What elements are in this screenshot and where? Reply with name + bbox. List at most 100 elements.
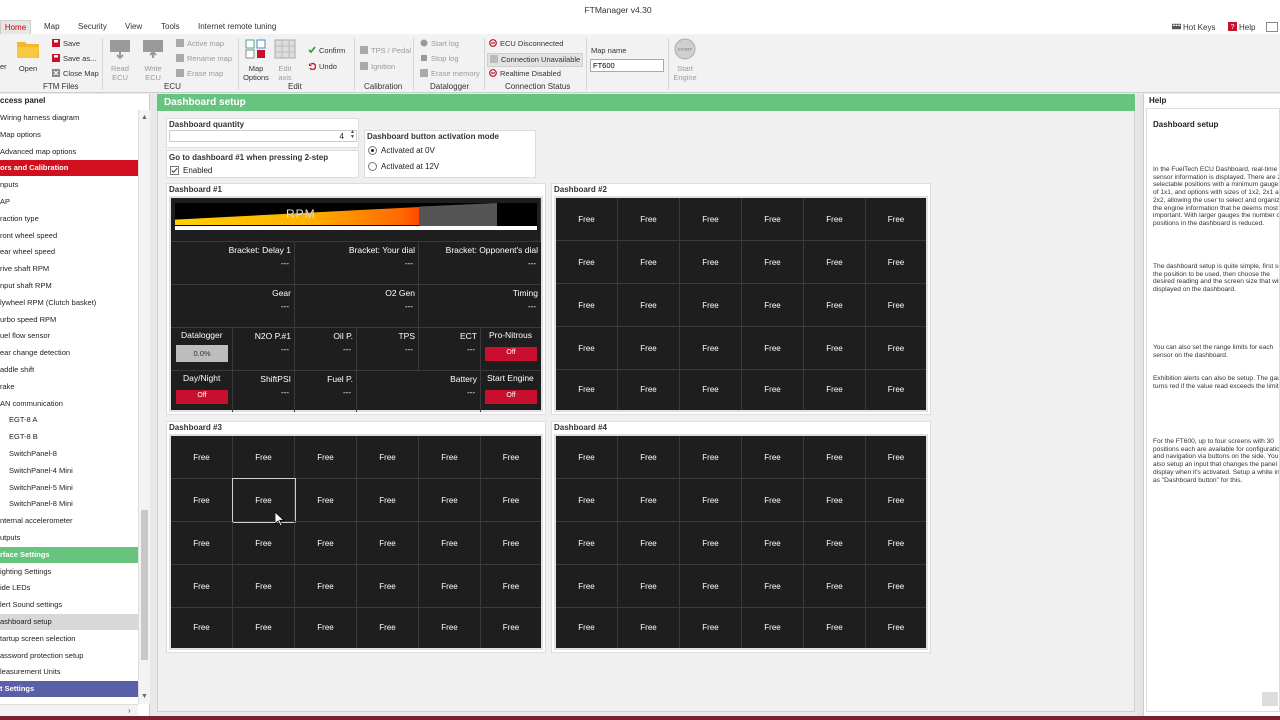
edit-axis-button[interactable]: Edit axis xyxy=(272,38,298,82)
close-map-button[interactable]: Close Map xyxy=(52,69,99,79)
gauge-bracket-opponents-dial[interactable]: Bracket: Opponent's dial --- xyxy=(419,242,541,285)
hotkeys-link[interactable]: Hot Keys xyxy=(1172,22,1215,32)
menu-security[interactable]: Security xyxy=(78,22,107,31)
access-panel-item[interactable]: raction type xyxy=(0,211,138,227)
confirm-button[interactable]: Confirm xyxy=(308,46,345,56)
access-panel-item[interactable]: EGT-8 B xyxy=(0,429,138,445)
access-panel-item[interactable]: addle shift xyxy=(0,362,138,378)
dashboard-2-free-slot[interactable]: Free xyxy=(866,370,926,410)
dashboard-3-free-slot[interactable]: Free xyxy=(171,565,233,608)
undo-button[interactable]: Undo xyxy=(308,62,337,72)
access-panel-item[interactable]: SwitchPanel-8 Mini xyxy=(0,496,138,512)
dashboard-4-free-slot[interactable]: Free xyxy=(556,479,618,522)
gauge-bracket-delay[interactable]: Bracket: Delay 1 --- xyxy=(171,242,295,285)
dashboard-3-free-slot[interactable]: Free xyxy=(357,522,419,565)
access-panel-item[interactable]: lert Sound settings xyxy=(0,597,138,613)
quantity-stepper[interactable]: 4 ▲ ▼ xyxy=(169,130,357,142)
gauge-day-night[interactable]: Day/Night Off xyxy=(171,371,233,412)
start-engine-button[interactable]: START Start Engine xyxy=(671,38,699,82)
dashboard-4-free-slot[interactable]: Free xyxy=(680,565,742,608)
access-panel-item[interactable]: ear change detection xyxy=(0,345,138,361)
dashboard-4-free-slot[interactable]: Free xyxy=(866,565,926,608)
menu-internet-remote-tuning[interactable]: Internet remote tuning xyxy=(198,22,276,31)
dashboard-3-free-slot[interactable]: Free xyxy=(357,565,419,608)
dashboard-4-free-slot[interactable]: Free xyxy=(556,565,618,608)
open-button[interactable]: Open xyxy=(14,38,42,73)
dashboard-4-free-slot[interactable]: Free xyxy=(556,608,618,648)
scroll-up-icon[interactable]: ▲ xyxy=(141,114,148,121)
access-panel-item[interactable]: Advanced map options xyxy=(0,144,138,160)
dashboard-3-free-slot[interactable]: Free xyxy=(357,479,419,522)
dashboard-3-free-slot[interactable]: Free xyxy=(419,565,481,608)
access-panel-item[interactable]: tartup screen selection xyxy=(0,631,138,647)
dashboard-4-free-slot[interactable]: Free xyxy=(618,479,680,522)
dashboard-4-free-slot[interactable]: Free xyxy=(866,522,926,565)
dashboard-2-free-slot[interactable]: Free xyxy=(680,241,742,284)
dashboard-3-free-slot[interactable]: Free xyxy=(295,522,357,565)
scroll-down-icon[interactable]: ▼ xyxy=(141,693,148,700)
radio-activated-12v[interactable] xyxy=(368,162,377,171)
dashboard-2-free-slot[interactable]: Free xyxy=(866,327,926,370)
menu-home[interactable]: Home xyxy=(0,20,31,34)
dashboard-3-free-slot[interactable]: Free xyxy=(481,479,541,522)
dashboard-3-free-slot[interactable]: Free xyxy=(357,608,419,648)
access-panel-item[interactable]: AP xyxy=(0,194,138,210)
dashboard-4-free-slot[interactable]: Free xyxy=(742,436,804,479)
gauge-gear[interactable]: Gear --- xyxy=(171,285,295,328)
dashboard-2-free-slot[interactable]: Free xyxy=(618,198,680,241)
map-name-input[interactable] xyxy=(590,59,664,72)
dashboard-4-free-slot[interactable]: Free xyxy=(804,565,866,608)
window-restore-icon[interactable] xyxy=(1266,22,1278,32)
erase-memory-button[interactable]: Erase memory xyxy=(420,69,480,79)
dashboard-2-free-slot[interactable]: Free xyxy=(804,198,866,241)
dashboard-2-free-slot[interactable]: Free xyxy=(618,284,680,327)
gauge-start-engine[interactable]: Start Engine Off xyxy=(481,371,541,412)
save-as-button[interactable]: Save as... xyxy=(52,54,96,64)
dashboard-4-free-slot[interactable]: Free xyxy=(804,479,866,522)
dashboard-2-free-slot[interactable]: Free xyxy=(742,370,804,410)
access-panel-item[interactable]: ighting Settings xyxy=(0,564,138,580)
access-panel-section[interactable]: rface Settings xyxy=(0,546,138,563)
dashboard-2-free-slot[interactable]: Free xyxy=(680,198,742,241)
dashboard-3-free-slot[interactable]: Free xyxy=(233,522,295,565)
dashboard-3-free-slot[interactable]: Free xyxy=(419,436,481,479)
dashboard-2-free-slot[interactable]: Free xyxy=(618,370,680,410)
dashboard-4-free-slot[interactable]: Free xyxy=(866,479,926,522)
access-panel-item[interactable]: SwitchPanel-4 Mini xyxy=(0,463,138,479)
dashboard-2-free-slot[interactable]: Free xyxy=(556,241,618,284)
dashboard-3-free-slot[interactable]: Free xyxy=(171,522,233,565)
dashboard-3-free-slot[interactable]: Free xyxy=(295,565,357,608)
dashboard-2-free-slot[interactable]: Free xyxy=(804,284,866,327)
dashboard-3-free-slot[interactable]: Free xyxy=(171,436,233,479)
dashboard-4-free-slot[interactable]: Free xyxy=(618,522,680,565)
access-panel-item[interactable]: rake xyxy=(0,379,138,395)
access-panel-item[interactable]: utputs xyxy=(0,530,138,546)
pause-icon[interactable] xyxy=(1262,692,1278,706)
dashboard-2-free-slot[interactable]: Free xyxy=(556,284,618,327)
access-panel-item[interactable]: AN communication xyxy=(0,396,138,412)
dashboard-3-free-slot[interactable]: Free xyxy=(232,478,296,523)
dashboard-2-free-slot[interactable]: Free xyxy=(804,370,866,410)
access-panel-item[interactable]: EGT-8 A xyxy=(0,412,138,428)
dashboard-3-free-slot[interactable]: Free xyxy=(233,608,295,648)
dashboard-2-free-slot[interactable]: Free xyxy=(866,198,926,241)
access-panel-scrollbar[interactable]: ▲ ▼ xyxy=(138,110,150,704)
dashboard-2-free-slot[interactable]: Free xyxy=(804,327,866,370)
ribbon-left-stub[interactable]: er xyxy=(0,62,7,72)
access-panel-section[interactable]: t Settings xyxy=(0,681,138,698)
dashboard-4-free-slot[interactable]: Free xyxy=(866,436,926,479)
dashboard-4-free-slot[interactable]: Free xyxy=(742,479,804,522)
dashboard-3-free-slot[interactable]: Free xyxy=(419,608,481,648)
rename-map-button[interactable]: Rename map xyxy=(176,54,232,64)
gauge-tps[interactable]: TPS --- xyxy=(357,328,419,371)
gauge-o2-gen[interactable]: O2 Gen --- xyxy=(295,285,419,328)
dashboard-3-free-slot[interactable]: Free xyxy=(481,436,541,479)
write-ecu-button[interactable]: Write ECU xyxy=(139,38,167,82)
enabled-checkbox[interactable] xyxy=(170,166,179,175)
gauge-timing[interactable]: Timing --- xyxy=(419,285,541,328)
access-panel-item[interactable]: urbo speed RPM xyxy=(0,312,138,328)
menu-tools[interactable]: Tools xyxy=(161,22,180,31)
access-panel-item[interactable]: ront wheel speed xyxy=(0,228,138,244)
scroll-thumb[interactable] xyxy=(141,510,148,660)
dashboard-2-free-slot[interactable]: Free xyxy=(618,327,680,370)
